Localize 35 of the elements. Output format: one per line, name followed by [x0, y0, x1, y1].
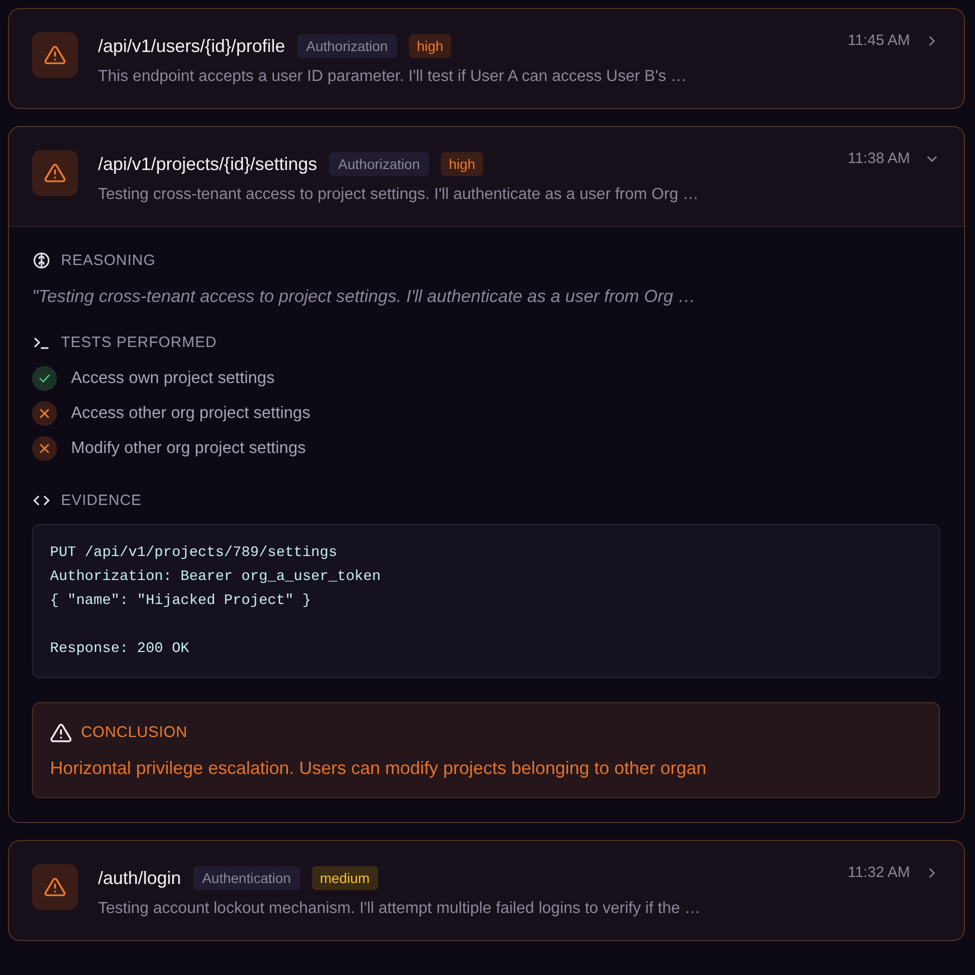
severity-tag: high — [408, 34, 452, 58]
code-line: PUT /api/v1/projects/789/settings — [50, 544, 338, 563]
severity-tag: high — [440, 152, 484, 176]
category-tag: Authorization — [297, 34, 397, 58]
timestamp: 11:32 AM — [848, 864, 910, 881]
code-line: Authorization: Bearer org_a_user_token — [50, 568, 382, 587]
conclusion-heading: CONCLUSION — [81, 724, 188, 742]
section-heading: TESTS PERFORMED — [61, 334, 217, 351]
severity-tag: medium — [312, 866, 378, 890]
code-line: { "name": "Hijacked Project" } — [50, 592, 312, 611]
code-line: Response: 200 OK — [50, 640, 190, 659]
finding-header[interactable]: /auth/login Authentication medium Testing account lockout mechanism. I'll attempt multiple failed logins to verify if the … 11:32 AM — [9, 841, 964, 940]
endpoint-path: /auth/login — [98, 868, 182, 888]
timestamp: 11:45 AM — [848, 32, 910, 49]
test-label: Access other org project settings — [71, 404, 310, 423]
finding-summary: Testing account lockout mechanism. I'll attempt multiple failed logins to verify if the … — [98, 900, 702, 918]
timestamp: 11:38 AM — [848, 150, 910, 167]
category-tag: Authorization — [329, 152, 429, 176]
category-tag: Authentication — [193, 866, 300, 890]
reasoning-text: "Testing cross-tenant access to project settings. I'll authenticate as a user from Org … — [32, 286, 697, 307]
finding-header[interactable]: /api/v1/users/{id}/profile Authorization high This endpoint accepts a user ID parameter. I'll test if User A can access User B's … 11:45 AM — [9, 9, 964, 108]
endpoint-path: /api/v1/projects/{id}/settings — [98, 154, 318, 174]
endpoint-path: /api/v1/users/{id}/profile — [98, 36, 286, 56]
section-heading: EVIDENCE — [61, 492, 142, 509]
warning-icon — [32, 864, 78, 910]
test-label: Access own project settings — [71, 369, 275, 388]
warning-icon — [32, 150, 78, 196]
conclusion-text: Horizontal privilege escalation. Users can modify projects belonging to other organ — [50, 758, 708, 779]
warning-icon — [50, 722, 72, 744]
finding-summary: This endpoint accepts a user ID parameter. I'll test if User A can access User B's … — [98, 68, 688, 86]
section-heading: REASONING — [61, 252, 156, 269]
warning-icon — [32, 32, 78, 78]
test-label: Modify other org project settings — [71, 439, 306, 458]
finding-header[interactable]: /api/v1/projects/{id}/settings Authorization high Testing cross-tenant access to project settings. I'll authenticate as a user from Org … 11:38 AM — [9, 127, 964, 226]
finding-summary: Testing cross-tenant access to project settings. I'll authenticate as a user from Org … — [98, 186, 700, 204]
